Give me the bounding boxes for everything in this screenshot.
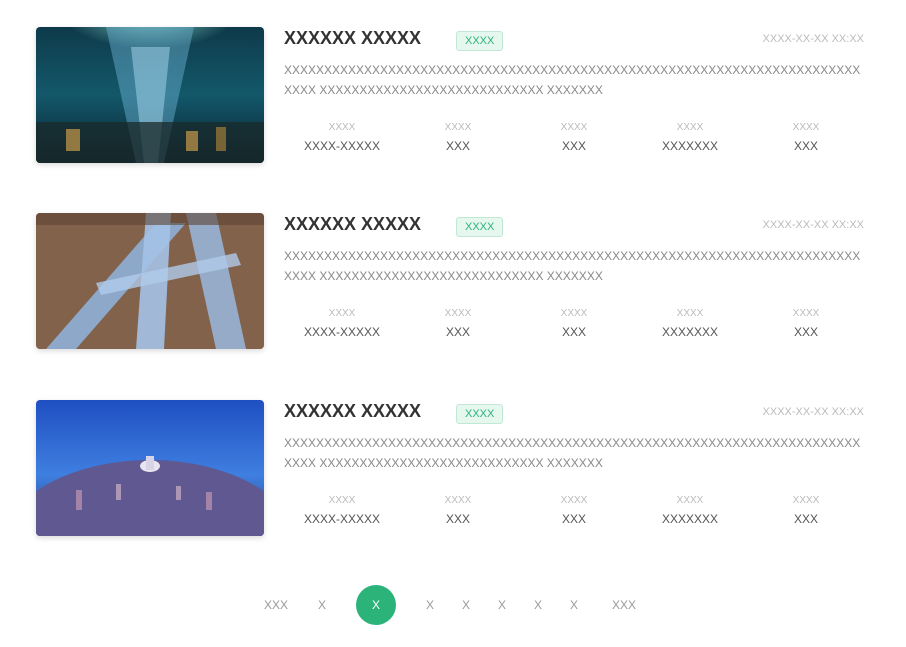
stat: XXXX XXXX-XXXXX bbox=[284, 120, 400, 164]
stat-label: XXXX bbox=[444, 495, 472, 506]
title-row: XXXXXX XXXXX XXXX XXXX-XX-XX XX:XX bbox=[284, 212, 864, 238]
item-date: XXXX-XX-XX XX:XX bbox=[762, 406, 864, 418]
item-date: XXXX-XX-XX XX:XX bbox=[762, 219, 864, 231]
stat-label: XXXX bbox=[676, 495, 704, 506]
page-link[interactable]: X bbox=[318, 585, 326, 625]
item-title[interactable]: XXXXXX XXXXX bbox=[284, 28, 421, 49]
stat: XXXX XXX bbox=[400, 120, 516, 164]
title-row: XXXXXX XXXXX XXXX XXXX-XX-XX XX:XX bbox=[284, 26, 864, 52]
category-tag: XXXX bbox=[456, 217, 504, 237]
item-stats: XXXX XXXX-XXXXX XXXX XXX XXXX XXX XXXX X… bbox=[284, 120, 864, 164]
stat: XXXX XXX bbox=[748, 493, 864, 537]
item-title[interactable]: XXXXXX XXXXX bbox=[284, 214, 421, 235]
stat-value: XXXXXXX bbox=[661, 512, 719, 526]
item-date: XXXX-XX-XX XX:XX bbox=[762, 33, 864, 45]
item-info: XXXXXX XXXXX XXXX XXXX-XX-XX XX:XX XXXXX… bbox=[284, 395, 864, 545]
stat-value: XXX bbox=[793, 512, 818, 526]
stat: XXXX XXXX-XXXXX bbox=[284, 493, 400, 537]
list-item[interactable]: XXXXXX XXXXX XXXX XXXX-XX-XX XX:XX XXXXX… bbox=[36, 395, 866, 545]
stat-value: XXXXXXX bbox=[661, 139, 719, 153]
stat: XXXX XXXXXXX bbox=[632, 306, 748, 350]
stat-label: XXXX bbox=[676, 308, 704, 319]
next-page-button[interactable]: XXX bbox=[612, 585, 636, 625]
stat: XXXX XXX bbox=[516, 120, 632, 164]
stat-value: XXX bbox=[561, 512, 586, 526]
prev-page-button[interactable]: XXX bbox=[264, 585, 288, 625]
stat-label: XXXX bbox=[560, 495, 588, 506]
stat: XXXX XXX bbox=[748, 120, 864, 164]
item-description: XXXXXXXXXXXXXXXXXXXXXXXXXXXXXXXXXXXXXXXX… bbox=[284, 436, 860, 470]
stat-label: XXXX bbox=[444, 308, 472, 319]
stat: XXXX XXX bbox=[516, 493, 632, 537]
page-link[interactable]: X bbox=[462, 585, 470, 625]
stat-value: XXXX-XXXXX bbox=[303, 139, 381, 153]
stat-label: XXXX bbox=[328, 122, 356, 133]
stat-value: XXX bbox=[793, 139, 818, 153]
thumbnail-image[interactable] bbox=[36, 213, 264, 349]
stat: XXXX XXX bbox=[516, 306, 632, 350]
stat: XXXX XXX bbox=[748, 306, 864, 350]
stat-label: XXXX bbox=[560, 122, 588, 133]
stat-value: XXX bbox=[793, 325, 818, 339]
stat-value: XXX bbox=[445, 139, 470, 153]
thumbnail-image[interactable] bbox=[36, 27, 264, 163]
item-info: XXXXXX XXXXX XXXX XXXX-XX-XX XX:XX XXXXX… bbox=[284, 22, 864, 172]
stat-label: XXXX bbox=[328, 495, 356, 506]
stat-value: XXX bbox=[561, 139, 586, 153]
page-link[interactable]: X bbox=[570, 585, 578, 625]
item-info: XXXXXX XXXXX XXXX XXXX-XX-XX XX:XX XXXXX… bbox=[284, 208, 864, 358]
current-page[interactable]: X bbox=[356, 585, 396, 625]
list-item[interactable]: XXXXXX XXXXX XXXX XXXX-XX-XX XX:XX XXXXX… bbox=[36, 208, 866, 358]
article-list-page: XXXXXX XXXXX XXXX XXXX-XX-XX XX:XX XXXXX… bbox=[0, 0, 906, 647]
list-item[interactable]: XXXXXX XXXXX XXXX XXXX-XX-XX XX:XX XXXXX… bbox=[36, 22, 866, 172]
stat-value: XXXX-XXXXX bbox=[303, 512, 381, 526]
stat: XXXX XXX bbox=[400, 306, 516, 350]
page-link[interactable]: X bbox=[534, 585, 542, 625]
stat-value: XXXXXXX bbox=[661, 325, 719, 339]
stat-label: XXXX bbox=[676, 122, 704, 133]
stat-value: XXX bbox=[561, 325, 586, 339]
pagination: XXX X X X X X X X XXX bbox=[256, 585, 656, 625]
page-link[interactable]: X bbox=[498, 585, 506, 625]
stat: XXXX XXXXXXX bbox=[632, 493, 748, 537]
item-description: XXXXXXXXXXXXXXXXXXXXXXXXXXXXXXXXXXXXXXXX… bbox=[284, 63, 860, 97]
item-stats: XXXX XXXX-XXXXX XXXX XXX XXXX XXX XXXX X… bbox=[284, 306, 864, 350]
stat: XXXX XXXXXXX bbox=[632, 120, 748, 164]
stat-label: XXXX bbox=[792, 122, 820, 133]
stat: XXXX XXX bbox=[400, 493, 516, 537]
thumbnail-image[interactable] bbox=[36, 400, 264, 536]
category-tag: XXXX bbox=[456, 404, 504, 424]
stat-label: XXXX bbox=[792, 308, 820, 319]
category-tag: XXXX bbox=[456, 31, 504, 51]
item-title[interactable]: XXXXXX XXXXX bbox=[284, 401, 421, 422]
stat-value: XXX bbox=[445, 325, 470, 339]
item-description: XXXXXXXXXXXXXXXXXXXXXXXXXXXXXXXXXXXXXXXX… bbox=[284, 249, 860, 283]
stat: XXXX XXXX-XXXXX bbox=[284, 306, 400, 350]
stat-label: XXXX bbox=[328, 308, 356, 319]
stat-value: XXXX-XXXXX bbox=[303, 325, 381, 339]
stat-label: XXXX bbox=[560, 308, 588, 319]
title-row: XXXXXX XXXXX XXXX XXXX-XX-XX XX:XX bbox=[284, 399, 864, 425]
stat-value: XXX bbox=[445, 512, 470, 526]
stat-label: XXXX bbox=[792, 495, 820, 506]
item-stats: XXXX XXXX-XXXXX XXXX XXX XXXX XXX XXXX X… bbox=[284, 493, 864, 537]
stat-label: XXXX bbox=[444, 122, 472, 133]
page-link[interactable]: X bbox=[426, 585, 434, 625]
